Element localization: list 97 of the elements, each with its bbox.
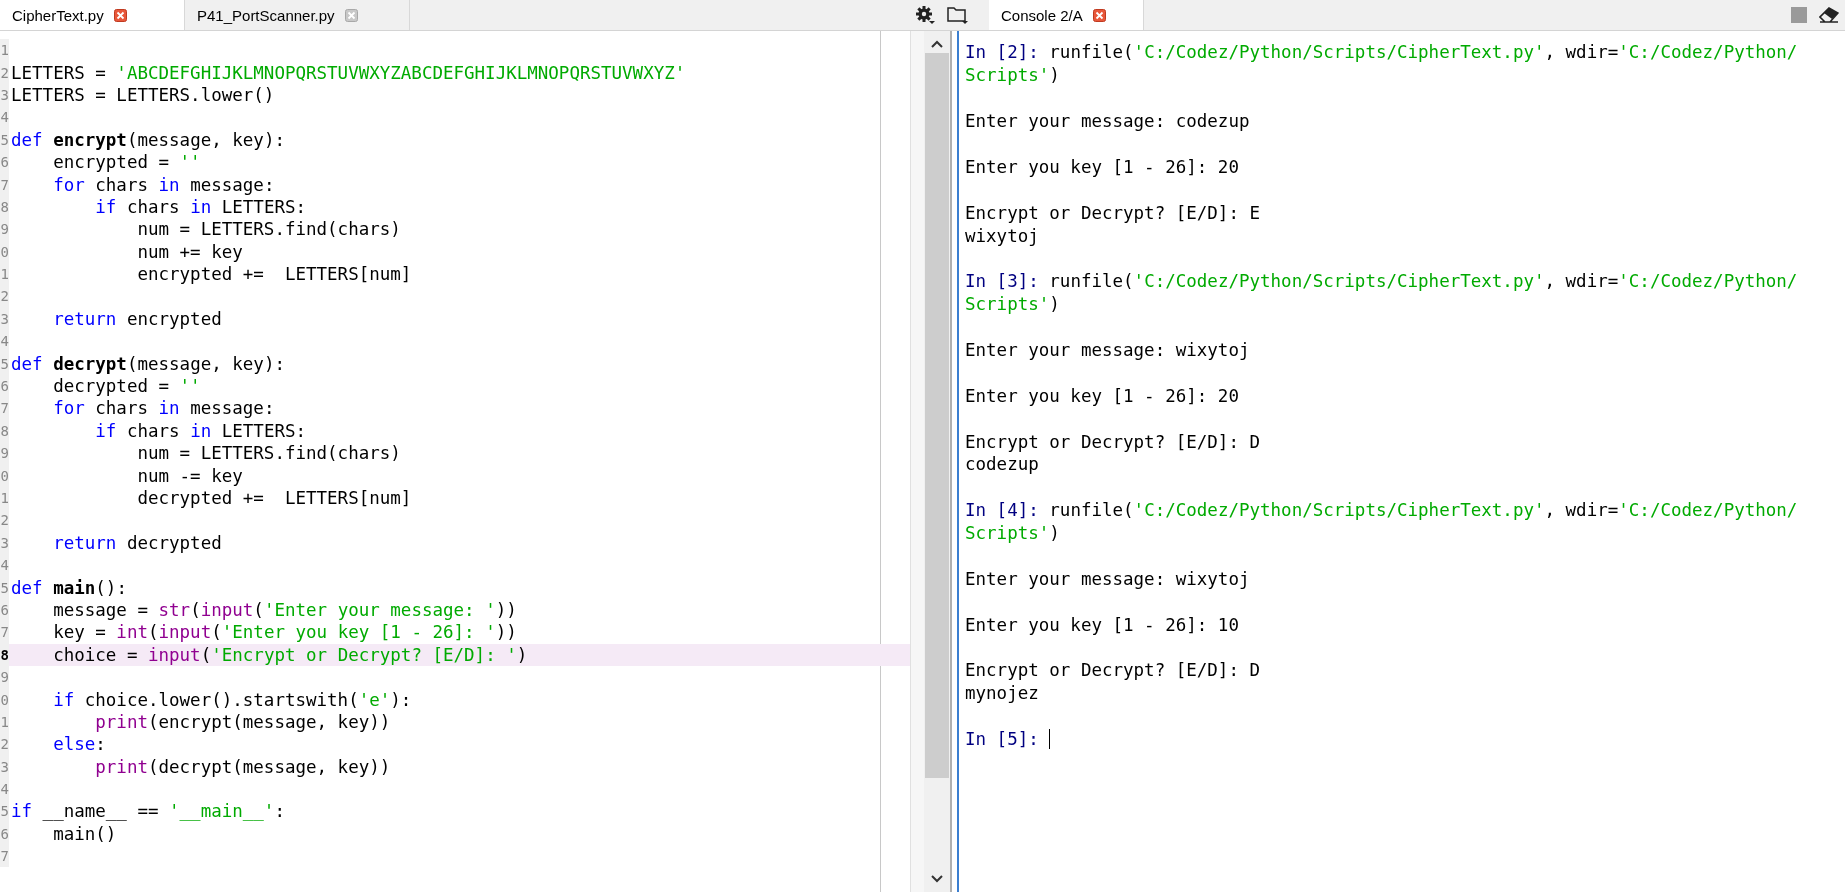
line-number: 4 (0, 777, 9, 801)
line-number: 1 (0, 39, 9, 62)
console-command: Scripts') (965, 65, 1060, 86)
line-number: 3 (0, 755, 9, 778)
line-number: 0 (0, 464, 9, 487)
line-number: 7 (0, 845, 9, 868)
console-output: Enter you key [1 - 26]: 10 (965, 614, 1239, 635)
code-line: if chars in LETTERS: (94, 196, 307, 217)
line-number: 2 (0, 509, 9, 532)
console-command: runfile('C:/Codez/Python/Scripts/CipherText.py', wdir='C:/Codez/Python/ (1049, 500, 1798, 521)
code-line: choice = input('Encrypt or Decrypt? [E/D]: ') (52, 644, 528, 665)
code-line: num += key (136, 241, 243, 262)
code-line: for chars in message: (52, 174, 275, 195)
console-output: Enter you key [1 - 26]: 20 (965, 156, 1239, 177)
line-number: 9 (0, 665, 9, 689)
line-number: 6 (0, 822, 9, 846)
code-line: if __name__ == '__main__': (10, 801, 285, 822)
close-icon[interactable] (113, 8, 127, 22)
code-line: decrypted = '' (52, 376, 201, 397)
code-line: key = int(input('Enter you key [1 - 26]: ')) (52, 622, 517, 643)
console-output: Enter your message: codezup (965, 111, 1250, 132)
code-line: if chars in LETTERS: (94, 420, 307, 441)
console-prompt: In [4]: (965, 500, 1039, 521)
code-line: print(decrypt(message, key)) (94, 756, 391, 777)
text-cursor (1048, 729, 1050, 750)
line-number: 4 (0, 106, 9, 129)
line-number: 0 (0, 688, 9, 711)
code-line: num -= key (136, 465, 243, 486)
code-line: return decrypted (52, 532, 222, 553)
scroll-down-icon[interactable] (930, 874, 944, 884)
file-tab[interactable]: CipherText.py (0, 0, 185, 30)
console-command: Scripts') (965, 294, 1060, 315)
console-output: Encrypt or Decrypt? [E/D]: D (965, 660, 1260, 681)
code-line: else: (52, 734, 106, 755)
console-command: runfile('C:/Codez/Python/Scripts/CipherText.py', wdir='C:/Codez/Python/ (1049, 271, 1798, 292)
line-number: 4 (0, 330, 9, 353)
code-line: encrypted += LETTERS[num] (136, 264, 412, 285)
line-number: 7 (0, 397, 9, 420)
code-line: LETTERS = LETTERS.lower() (10, 84, 275, 105)
code-line: if choice.lower().startswith('e'): (52, 689, 412, 710)
console-command: runfile('C:/Codez/Python/Scripts/CipherText.py', wdir='C:/Codez/Python/ (1049, 42, 1798, 63)
console-output: Enter your message: wixytoj (965, 568, 1250, 589)
code-line: LETTERS = 'ABCDEFGHIJKLMNOPQRSTUVWXYZABCDEFGHIJKLMNOPQRSTUVWXYZ' (10, 62, 686, 83)
console-tab[interactable]: Console 2/A (989, 0, 1144, 30)
line-number: 6 (0, 598, 9, 622)
code-line: main() (52, 823, 117, 844)
code-line: encrypted = '' (52, 152, 201, 173)
console-prompt: In [3]: (965, 271, 1039, 292)
line-number: 5 (0, 352, 9, 375)
line-number: 5 (0, 128, 9, 151)
line-number: 2 (0, 61, 9, 84)
settings-icon[interactable] (915, 5, 935, 25)
code-line: def encrypt(message, key): (10, 129, 285, 150)
line-number: 1 (0, 710, 9, 734)
console-output: mynojez (965, 683, 1039, 704)
eraser-icon[interactable] (1819, 7, 1839, 23)
console-output: Encrypt or Decrypt? [E/D]: D (965, 431, 1260, 452)
code-line: def main(): (10, 577, 127, 598)
line-number: 7 (0, 173, 9, 196)
line-number: 8 (0, 643, 9, 666)
console-output: Encrypt or Decrypt? [E/D]: E (965, 202, 1260, 223)
console-output: wixytoj (965, 225, 1039, 246)
line-number: 1 (0, 486, 9, 510)
scroll-up-icon[interactable] (930, 39, 944, 49)
console-prompt: In [5]: (965, 729, 1039, 750)
line-number: 8 (0, 195, 9, 219)
line-number: 6 (0, 150, 9, 174)
line-number: 8 (0, 419, 9, 443)
line-number: 0 (0, 240, 9, 263)
folder-icon[interactable] (947, 5, 969, 25)
code-line: decrypted += LETTERS[num] (136, 488, 412, 508)
line-number: 2 (0, 733, 9, 756)
line-number: 9 (0, 442, 9, 465)
line-number: 3 (0, 531, 9, 554)
line-number: 1 (0, 262, 9, 286)
code-line: for chars in message: (52, 398, 275, 419)
line-number: 6 (0, 374, 9, 398)
line-number: 4 (0, 554, 9, 577)
line-number: 5 (0, 800, 9, 823)
line-number: 7 (0, 621, 9, 644)
console-output: Enter your message: wixytoj (965, 340, 1250, 360)
line-number: 5 (0, 576, 9, 599)
line-number: 3 (0, 83, 9, 107)
code-line: num = LETTERS.find(chars) (136, 443, 401, 464)
code-line: print(encrypt(message, key)) (94, 711, 391, 732)
code-line: def decrypt(message, key): (10, 353, 285, 374)
console-output: codezup (965, 454, 1039, 475)
console-command: Scripts') (965, 523, 1060, 544)
console-output: Enter you key [1 - 26]: 20 (965, 385, 1239, 406)
line-number: 9 (0, 218, 9, 241)
code-line: num = LETTERS.find(chars) (136, 219, 401, 240)
line-number: 2 (0, 285, 9, 308)
line-number: 3 (0, 307, 9, 331)
close-icon[interactable] (1092, 8, 1106, 22)
console-prompt: In [2]: (965, 42, 1039, 63)
code-line: message = str(input('Enter your message: ')) (52, 599, 517, 620)
code-line: return encrypted (52, 308, 222, 329)
